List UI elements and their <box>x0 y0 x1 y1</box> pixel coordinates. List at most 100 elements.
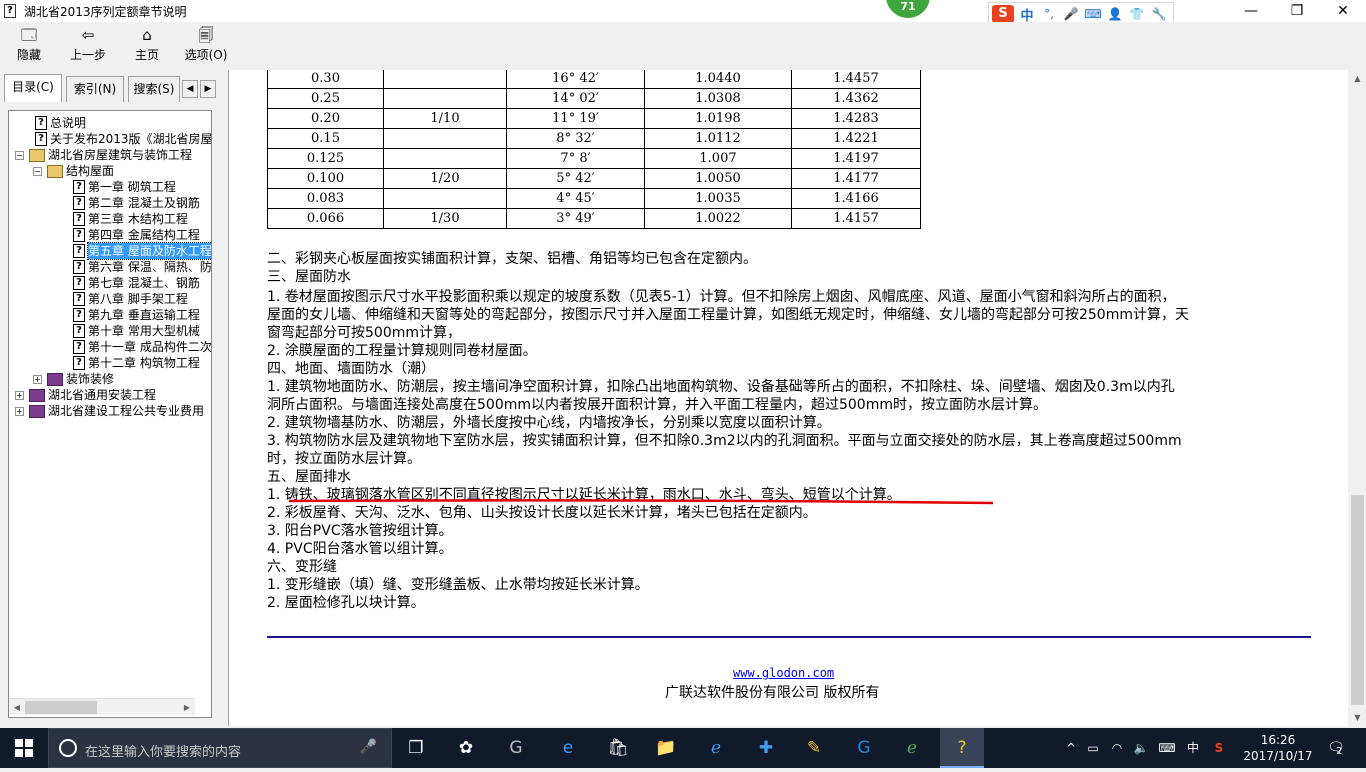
scroll-down-icon[interactable]: ▼ <box>1349 709 1366 726</box>
help-page-icon: ? <box>73 340 85 354</box>
table-cell: 0.20 <box>267 108 384 129</box>
table-cell: 1/10 <box>383 108 507 129</box>
taskbar-search-box[interactable]: 在这里输入你要搜索的内容 🎤 <box>48 728 392 768</box>
file-explorer-icon[interactable]: 📁 <box>644 728 688 768</box>
app-plus-icon[interactable]: ✚ <box>744 728 788 768</box>
back-button[interactable]: ⇦ 上一步 <box>60 24 116 64</box>
keyboard-icon[interactable]: ⌨ <box>1084 7 1102 21</box>
tree-item[interactable]: + 湖北省通用安装工程 <box>15 387 156 403</box>
expand-icon[interactable]: + <box>33 374 42 384</box>
tree-item[interactable]: ? 第六章 保温、隔热、防 <box>73 259 212 275</box>
text-line: 3. 阳台PVC落水管按组计算。 <box>267 523 453 539</box>
ime-language-indicator[interactable]: 中 <box>1182 728 1204 768</box>
tray-chevron-icon[interactable]: ^ <box>1060 728 1082 768</box>
store-icon[interactable]: 🛍 <box>596 728 640 768</box>
tab-scroll-right-icon[interactable]: ▶ <box>200 80 216 98</box>
tree-item[interactable]: ? 第四章 金属结构工程 <box>73 227 200 243</box>
sogou-logo-icon[interactable]: S <box>992 5 1014 23</box>
battery-icon[interactable]: ▭ <box>1082 728 1104 768</box>
tree-item[interactable]: ? 第五章 屋面及防水工程 <box>73 242 211 260</box>
tree-item[interactable]: ? 第七章 混凝土、钢筋 <box>73 275 200 291</box>
sogou-tray-icon[interactable]: S <box>1208 728 1230 768</box>
tab-contents[interactable]: 目录(C) <box>4 74 62 102</box>
contents-tree[interactable]: ? 总说明? 关于发布2013版《湖北省房屋 − 湖北省房屋建筑与装饰工程 − 结构屋面? 第… <box>8 110 212 718</box>
touch-keyboard-icon[interactable]: ⌨ <box>1154 728 1180 768</box>
tree-item-label: 第十章 常用大型机械 <box>88 324 200 338</box>
tab-index[interactable]: 索引(N) <box>66 76 124 102</box>
edge-icon[interactable]: e <box>546 728 590 768</box>
collapse-icon[interactable]: − <box>15 150 24 160</box>
table-cell: 5° 42′ <box>506 168 645 189</box>
user-icon[interactable]: 👤 <box>1106 7 1124 21</box>
tree-item[interactable]: ? 第十一章 成品构件二次 <box>73 339 212 355</box>
title-bar: ? 湖北省2013序列定额章节说明 71 S 中 °, 🎤 ⌨ 👤 👕 🔧 — … <box>0 0 1366 26</box>
notepad-app-icon[interactable]: ✎ <box>792 728 836 768</box>
tree-item[interactable]: ? 第八章 脚手架工程 <box>73 291 188 307</box>
scroll-thumb[interactable] <box>25 701 97 714</box>
tree-item[interactable]: + 装饰装修 <box>33 371 114 387</box>
tree-item[interactable]: − 湖北省房屋建筑与装饰工程 <box>15 147 192 163</box>
tree-item[interactable]: ? 关于发布2013版《湖北省房屋 <box>35 131 211 147</box>
tree-item-label: 第二章 混凝土及钢筋 <box>88 196 200 210</box>
app-pinwheel-icon[interactable]: ✿ <box>444 728 488 768</box>
scroll-thumb[interactable] <box>1351 495 1364 705</box>
tree-item-label: 湖北省建设工程公共专业费用 <box>48 404 205 418</box>
skin-icon[interactable]: 👕 <box>1128 7 1146 21</box>
tree-horizontal-scrollbar[interactable]: ◀ ▶ <box>9 698 195 715</box>
tree-item[interactable]: ? 第二章 混凝土及钢筋 <box>73 195 200 211</box>
ime-punctuation-toggle[interactable]: °, <box>1040 7 1058 21</box>
taskbar-clock[interactable]: 16:26 2017/10/17 <box>1240 732 1316 764</box>
content-vertical-scrollbar[interactable]: ▲ ▼ <box>1349 70 1366 726</box>
tree-item[interactable]: ? 第十章 常用大型机械 <box>73 323 200 339</box>
app-green-icon[interactable]: ℯ <box>890 728 934 768</box>
microphone-icon[interactable]: 🎤 <box>360 739 377 755</box>
tree-item[interactable]: − 结构屋面 <box>33 163 114 179</box>
tree-item[interactable]: + 湖北省建设工程公共专业费用 <box>15 403 204 419</box>
table-cell: 8° 32′ <box>506 128 645 149</box>
start-button[interactable] <box>0 728 48 768</box>
tree-item[interactable]: ? 第一章 砌筑工程 <box>73 179 176 195</box>
internet-explorer-icon[interactable]: ℯ <box>694 728 738 768</box>
glodon-g-icon[interactable]: G <box>842 728 886 768</box>
tab-scroll-left-icon[interactable]: ◀ <box>182 80 198 98</box>
minimize-button[interactable]: — <box>1228 0 1274 22</box>
app-spiral-icon[interactable]: G <box>494 728 538 768</box>
close-button[interactable]: ✕ <box>1320 0 1366 22</box>
wifi-icon[interactable]: ◠ <box>1106 728 1128 768</box>
tab-search[interactable]: 搜索(S) <box>128 76 180 102</box>
open-book-icon <box>29 148 45 162</box>
floating-score-badge[interactable]: 71 <box>886 0 930 18</box>
collapse-icon[interactable]: − <box>33 166 42 176</box>
help-viewer-icon[interactable]: ? <box>940 728 984 768</box>
glodon-website-link[interactable]: www.glodon.com <box>733 666 834 680</box>
tree-item[interactable]: ? 第十二章 构筑物工程 <box>73 355 200 371</box>
scroll-right-icon[interactable]: ▶ <box>179 699 195 716</box>
table-cell: 16° 42′ <box>506 70 645 89</box>
table-row: 0.25 14° 02′ 1.0308 1.4362 <box>267 88 921 109</box>
task-view-icon[interactable]: ❒ <box>394 728 438 768</box>
scroll-up-icon[interactable]: ▲ <box>1349 70 1366 87</box>
help-page-icon: ? <box>73 244 85 258</box>
tree-item[interactable]: ? 总说明 <box>35 115 86 131</box>
expand-icon[interactable]: + <box>15 406 24 416</box>
table-cell: 3° 49′ <box>506 208 645 229</box>
options-button[interactable]: 🗐 选项(O) <box>178 24 234 64</box>
tree-item-label: 第十一章 成品构件二次 <box>88 340 212 354</box>
tree-item-label: 湖北省通用安装工程 <box>48 388 157 402</box>
table-cell: 0.25 <box>267 88 384 109</box>
expand-icon[interactable]: + <box>15 390 24 400</box>
ime-language-toggle[interactable]: 中 <box>1018 5 1036 24</box>
hide-button[interactable]: 🗔 隐藏 <box>1 24 57 64</box>
scroll-left-icon[interactable]: ◀ <box>9 699 25 716</box>
volume-icon[interactable]: 🔈 <box>1130 728 1152 768</box>
help-page-icon: ? <box>73 212 85 226</box>
home-button[interactable]: ⌂ 主页 <box>119 24 175 64</box>
tree-item-label: 第六章 保温、隔热、防 <box>88 260 212 274</box>
settings-wrench-icon[interactable]: 🔧 <box>1150 7 1168 21</box>
table-cell <box>383 188 507 209</box>
tree-item[interactable]: ? 第三章 木结构工程 <box>73 211 188 227</box>
microphone-icon[interactable]: 🎤 <box>1062 7 1080 21</box>
tree-item[interactable]: ? 第九章 垂直运输工程 <box>73 307 200 323</box>
maximize-button[interactable]: ❐ <box>1274 0 1320 22</box>
slope-coefficient-table: 0.30 16° 42′ 1.0440 1.4457 0.25 14° 02′ 1.0308… <box>267 70 921 229</box>
